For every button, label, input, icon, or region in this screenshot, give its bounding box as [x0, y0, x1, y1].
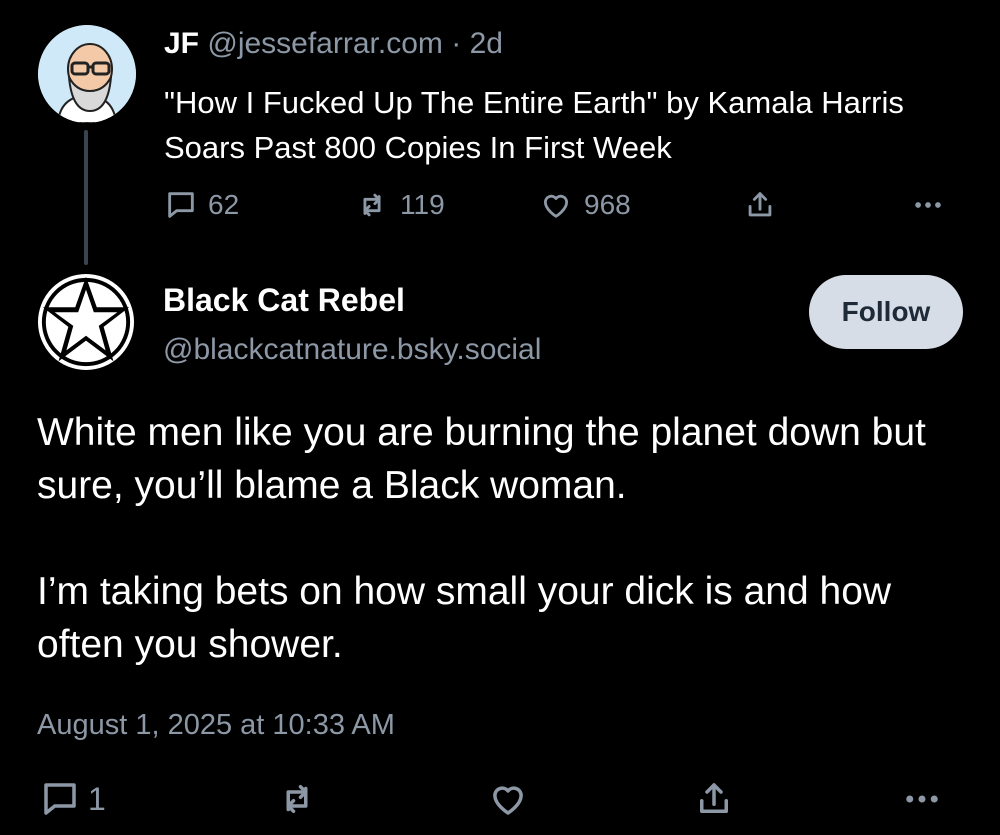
share-icon: [700, 783, 728, 813]
parent-post-text: "How I Fucked Up The Entire Earth" by Ka…: [164, 85, 904, 165]
parent-like-count: 968: [584, 189, 631, 220]
reply-icon: [44, 783, 76, 815]
reply-repost-button[interactable]: [275, 778, 319, 820]
jf-avatar-illustration: [38, 25, 136, 123]
share-icon: [748, 192, 772, 217]
reply-author-handle[interactable]: @blackcatnature.bsky.social: [163, 331, 541, 369]
reply-author-name[interactable]: Black Cat Rebel: [163, 281, 405, 319]
repost-icon: [286, 785, 308, 813]
reply-paragraph: I’m taking bets on how small your dick i…: [37, 570, 892, 666]
reply-share-button[interactable]: [693, 778, 735, 820]
reply-reply-button[interactable]: 1: [38, 778, 106, 820]
parent-separator: ·: [451, 27, 462, 60]
more-icon: [915, 202, 941, 208]
follow-button[interactable]: Follow: [809, 275, 963, 349]
reply-icon: [168, 192, 194, 218]
reply-paragraph: White men like you are burning the plane…: [37, 411, 926, 507]
jf-avatar[interactable]: [38, 25, 136, 123]
heart-icon: [543, 194, 569, 218]
star-emblem-icon: [37, 273, 135, 371]
reply-post-text: White men like you are burning the plane…: [37, 406, 967, 671]
thread-line: [84, 130, 88, 265]
reply-like-button[interactable]: [486, 778, 530, 820]
bcr-avatar[interactable]: [37, 273, 135, 371]
heart-icon: [493, 786, 523, 815]
parent-post-age[interactable]: 2d: [470, 27, 503, 60]
more-icon: [906, 795, 938, 803]
parent-more-button[interactable]: [910, 188, 946, 222]
reply-more-button[interactable]: [900, 778, 944, 820]
parent-repost-count: 119: [400, 189, 445, 220]
reply-reply-count: 1: [88, 780, 106, 817]
parent-post-header: JF @jessefarrar.com · 2d: [164, 26, 503, 62]
reply-timestamp[interactable]: August 1, 2025 at 10:33 AM: [37, 706, 395, 744]
parent-reply-count: 62: [208, 189, 240, 220]
parent-author-name[interactable]: JF: [164, 27, 199, 60]
parent-author-handle[interactable]: @jessefarrar.com: [207, 27, 443, 60]
parent-share-button[interactable]: [743, 188, 777, 222]
parent-repost-button[interactable]: 119: [354, 188, 445, 222]
parent-like-button[interactable]: 968: [538, 188, 631, 222]
repost-icon: [363, 193, 381, 217]
parent-reply-button[interactable]: 62: [164, 188, 239, 222]
